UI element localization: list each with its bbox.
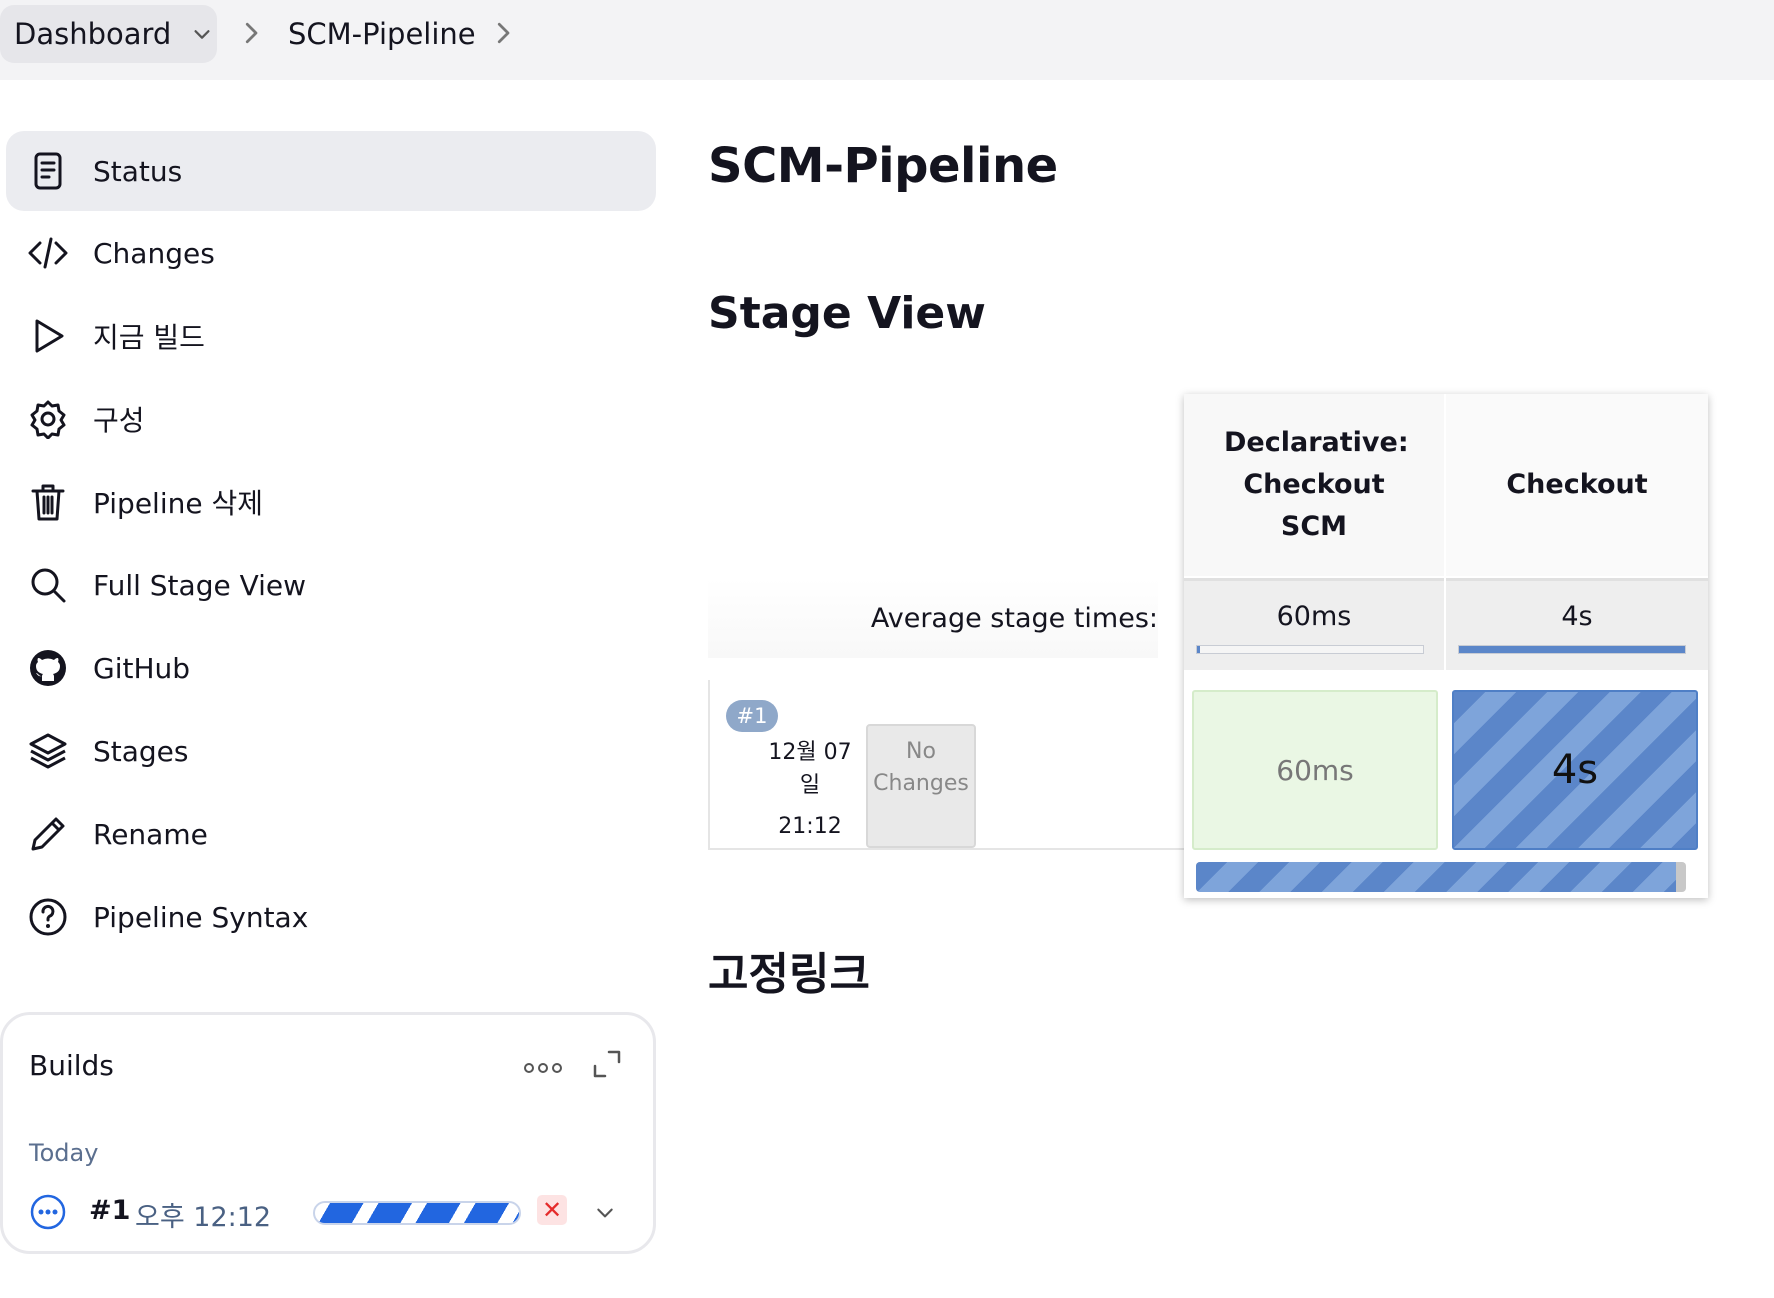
stage-run-row: 12월 07 일 21:12 #1 No Changes	[708, 680, 1184, 850]
build-progress-bar	[313, 1201, 521, 1225]
permalinks-heading: 고정링크	[708, 949, 870, 1000]
chevron-down-icon[interactable]	[191, 23, 213, 45]
pencil-icon	[31, 817, 65, 851]
chevron-right-icon	[245, 22, 258, 44]
sidebar-item-configure[interactable]: 구성	[6, 379, 656, 459]
sidebar-item-label: Stages	[93, 734, 189, 768]
build-number[interactable]: #1	[89, 1195, 130, 1226]
stage-header: Declarative: Checkout SCM	[1184, 394, 1444, 576]
trash-icon	[31, 484, 65, 521]
builds-panel: Builds Today #1 오후 12:12 ✕	[0, 1012, 656, 1254]
sidebar-item-changes[interactable]: Changes	[6, 213, 656, 293]
sidebar-item-label: 지금 빌드	[93, 321, 205, 354]
stage-view-heading: Stage View	[708, 288, 986, 339]
average-time-bar	[1196, 645, 1424, 654]
stage-cell-success[interactable]: 60ms	[1192, 690, 1438, 850]
average-time-value: 4s	[1561, 601, 1593, 632]
play-icon	[35, 319, 64, 353]
build-time[interactable]: 오후 12:12	[135, 1195, 271, 1234]
average-time-cell: 60ms	[1184, 578, 1444, 670]
stage-cell-time: 4s	[1551, 747, 1599, 793]
sidebar-item-label: Status	[93, 154, 183, 188]
sidebar-item-rename[interactable]: Rename	[6, 794, 656, 874]
sidebar-item-label: 구성	[93, 404, 145, 437]
average-time-value: 60ms	[1276, 601, 1352, 632]
stage-header-label: Declarative: Checkout SCM	[1224, 427, 1409, 542]
sidebar-item-delete-pipeline[interactable]: Pipeline 삭제	[6, 462, 656, 542]
run-progress-bar	[1196, 862, 1686, 892]
cancel-build-button[interactable]: ✕	[537, 1195, 567, 1225]
stage-cell-in-progress[interactable]: 4s	[1452, 690, 1698, 850]
run-badge[interactable]: #1	[726, 700, 778, 732]
run-progress-bar-fill	[1196, 862, 1677, 892]
page-title: SCM-Pipeline	[708, 138, 1058, 194]
expand-icon[interactable]	[591, 1048, 623, 1080]
average-time-bar-fill	[1197, 646, 1201, 653]
builds-group-label: Today	[29, 1139, 99, 1167]
code-icon	[28, 237, 68, 269]
breadcrumb-scm-pipeline[interactable]: SCM-Pipeline	[288, 5, 476, 63]
document-icon	[34, 152, 62, 190]
stage-cell-time: 60ms	[1276, 753, 1354, 787]
breadcrumb-scm-pipeline-label: SCM-Pipeline	[288, 17, 476, 51]
run-time: 21:12	[778, 814, 842, 839]
chevron-right-icon[interactable]	[488, 18, 518, 48]
chevron-down-icon[interactable]	[595, 1203, 615, 1223]
sidebar-item-label: Changes	[93, 236, 215, 270]
sidebar-item-status[interactable]: Status	[6, 131, 656, 211]
breadcrumb: Dashboard SCM-Pipeline	[0, 0, 1774, 80]
average-stage-times-text: Average stage times:	[870, 602, 1158, 634]
help-circle-icon	[29, 898, 67, 936]
sidebar-item-label: Pipeline Syntax	[93, 900, 309, 934]
sidebar-item-build-now[interactable]: 지금 빌드	[6, 296, 656, 376]
sidebar-item-label: Rename	[93, 817, 208, 851]
sidebar-item-pipeline-syntax[interactable]: Pipeline Syntax	[6, 877, 656, 957]
breadcrumb-dashboard-label: Dashboard	[14, 17, 172, 51]
sidebar-item-full-stage-view[interactable]: Full Stage View	[6, 545, 656, 625]
stage-header-label: Checkout	[1506, 469, 1648, 500]
search-icon	[31, 568, 66, 603]
run-date-box: 12월 07 일 21:12	[756, 724, 864, 848]
average-stage-times-label: Average stage times:	[708, 578, 1158, 658]
breadcrumb-dashboard[interactable]: Dashboard	[0, 5, 217, 63]
average-time-cell: 4s	[1446, 578, 1708, 670]
close-icon: ✕	[541, 1196, 563, 1224]
sidebar-item-stages[interactable]: Stages	[6, 711, 656, 791]
sidebar-item-label: Pipeline 삭제	[93, 487, 264, 520]
more-options-icon[interactable]	[523, 1061, 563, 1075]
run-changes[interactable]: No Changes	[866, 724, 976, 848]
average-time-bar	[1458, 645, 1686, 654]
stage-view-table: Declarative: Checkout SCM Checkout 60ms …	[1184, 394, 1708, 898]
sidebar-item-github[interactable]: GitHub	[6, 628, 656, 708]
gear-icon	[30, 400, 66, 439]
build-row[interactable]: #1 오후 12:12 ✕	[29, 1189, 633, 1233]
ellipsis-circle-icon	[30, 1194, 66, 1230]
sidebar-item-label: Full Stage View	[93, 568, 307, 602]
average-time-bar-fill	[1459, 646, 1685, 653]
run-date: 12월 07 일	[768, 740, 852, 798]
layers-icon	[29, 733, 67, 769]
sidebar-item-label: GitHub	[93, 651, 191, 685]
stage-header: Checkout	[1446, 394, 1708, 576]
builds-title: Builds	[29, 1049, 114, 1082]
github-icon	[30, 650, 66, 686]
